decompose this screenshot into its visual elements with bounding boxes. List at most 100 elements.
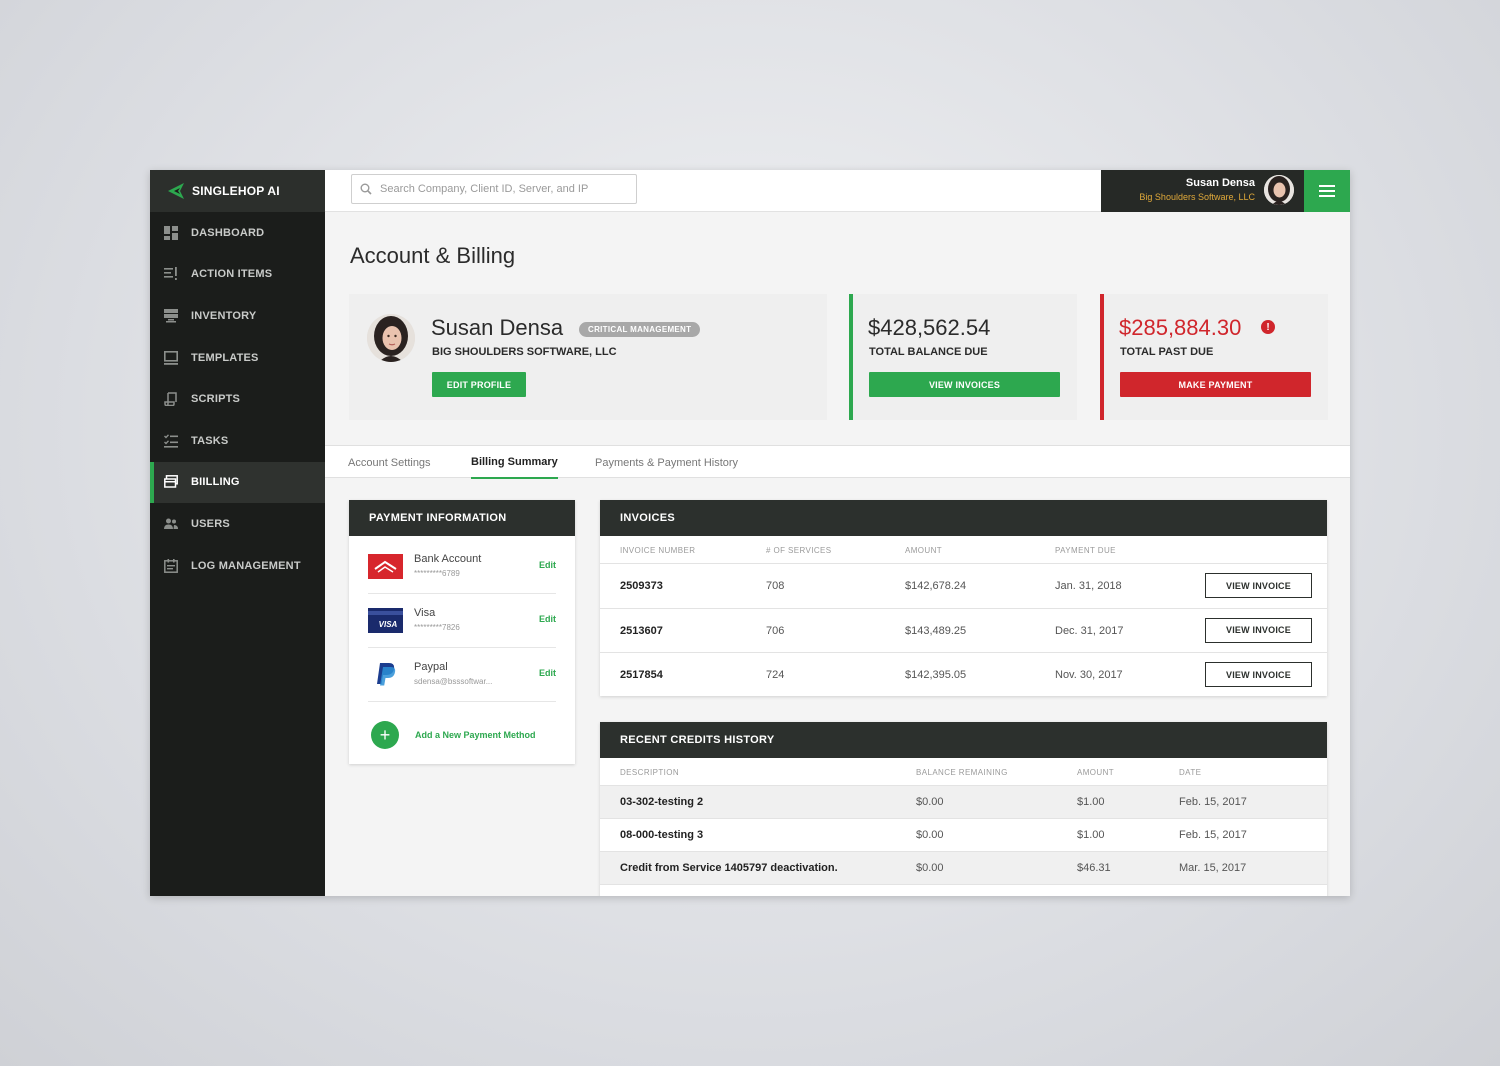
credit-amount: $46.31 <box>1077 862 1111 874</box>
invoice-amount: $142,395.05 <box>905 669 967 681</box>
sidebar-item-label: USERS <box>191 517 230 530</box>
sidebar-item-action-items[interactable]: ACTION ITEMS <box>150 254 325 296</box>
payment-method-detail: *********7826 <box>414 623 460 632</box>
invoice-services: 724 <box>766 669 785 681</box>
view-invoice-button[interactable]: VIEW INVOICE <box>1205 617 1312 643</box>
table-row: 2509373 708 $142,678.24 Jan. 31, 2018 VI… <box>600 564 1327 609</box>
profile-company: BIG SHOULDERS SOFTWARE, LLC <box>432 346 617 358</box>
column-header: DESCRIPTION <box>620 768 680 777</box>
edit-payment-link[interactable]: Edit <box>539 560 556 570</box>
scripts-icon <box>163 392 178 407</box>
payment-method-detail: sdensa@bsssoftwar... <box>414 677 493 686</box>
panel-title: RECENT CREDITS HISTORY <box>600 722 1327 758</box>
tab-billing-summary[interactable]: Billing Summary <box>471 446 558 479</box>
sidebar-item-log-management[interactable]: LOG MANAGEMENT <box>150 545 325 587</box>
invoice-due: Jan. 31, 2018 <box>1055 580 1122 592</box>
table-row: 03-302-testing 2 $0.00 $1.00 Feb. 15, 20… <box>600 786 1327 819</box>
tab-account-settings[interactable]: Account Settings <box>348 446 431 479</box>
avatar <box>367 314 415 362</box>
column-header: AMOUNT <box>905 546 943 555</box>
view-invoice-button[interactable]: VIEW INVOICE <box>1205 662 1312 687</box>
edit-payment-link[interactable]: Edit <box>539 614 556 624</box>
avatar[interactable] <box>1264 175 1294 205</box>
credit-description: Credit from Service 1405797 deactivation… <box>620 862 838 874</box>
panel-title: INVOICES <box>600 500 1327 536</box>
main-content: Account & Billing Susan Densa CRITICAL M… <box>325 212 1350 896</box>
invoice-number: 2517854 <box>620 669 663 681</box>
invoice-amount: $142,678.24 <box>905 580 967 592</box>
brand-name: SINGLEHOP AI <box>192 184 280 198</box>
sidebar-item-label: TASKS <box>191 434 229 447</box>
credit-description: 08-000-testing 3 <box>620 829 704 841</box>
user-menu[interactable]: Susan Densa Big Shoulders Software, LLC <box>1101 170 1304 212</box>
column-header: DATE <box>1179 768 1202 777</box>
table-header: DESCRIPTION BALANCE REMAINING AMOUNT DAT… <box>600 758 1327 786</box>
billing-icon <box>163 475 178 490</box>
top-bar: Susan Densa Big Shoulders Software, LLC <box>325 170 1350 212</box>
view-invoice-button[interactable]: VIEW INVOICE <box>1205 573 1312 598</box>
past-due-card: $285,884.30 ! TOTAL PAST DUE MAKE PAYMEN… <box>1100 294 1328 420</box>
payment-method-paypal: Paypal sdensa@bsssoftwar... Edit <box>368 648 556 702</box>
recent-credits-panel: RECENT CREDITS HISTORY DESCRIPTION BALAN… <box>600 722 1327 896</box>
sidebar-item-label: BIILLING <box>191 476 240 489</box>
inventory-icon <box>163 308 178 323</box>
add-payment-method-label: Add a New Payment Method <box>415 730 536 740</box>
table-row: 2517854 724 $142,395.05 Nov. 30, 2017 VI… <box>600 653 1327 698</box>
search-box[interactable] <box>351 174 637 204</box>
singlehop-logo-icon <box>168 183 184 199</box>
sidebar-item-label: INVENTORY <box>191 309 257 322</box>
log-management-icon <box>163 558 178 573</box>
total-past-due-amount: $285,884.30 <box>1119 315 1242 340</box>
edit-payment-link[interactable]: Edit <box>539 668 556 678</box>
invoice-services: 706 <box>766 624 785 637</box>
invoice-amount: $143,489.25 <box>905 624 967 637</box>
column-header: AMOUNT <box>1077 768 1115 777</box>
view-invoices-button[interactable]: VIEW INVOICES <box>869 372 1060 397</box>
app-window: SINGLEHOP AI DASHBOARD ACTION ITEMS INVE… <box>150 170 1350 896</box>
table-row: Credit from Service 1405797 deactivation… <box>600 852 1327 885</box>
table-header: INVOICE NUMBER # OF SERVICES AMOUNT PAYM… <box>600 536 1327 564</box>
search-input[interactable] <box>380 183 620 195</box>
payment-method-bank: Bank Account *********6789 Edit <box>368 540 556 594</box>
payment-method-detail: *********6789 <box>414 569 460 578</box>
sidebar-item-templates[interactable]: TEMPLATES <box>150 337 325 379</box>
sidebar-item-label: TEMPLATES <box>191 351 259 364</box>
sidebar-item-dashboard[interactable]: DASHBOARD <box>150 212 325 254</box>
edit-profile-button[interactable]: EDIT PROFILE <box>432 372 526 397</box>
total-past-due-label: TOTAL PAST DUE <box>1120 346 1214 358</box>
payment-method-name: Visa <box>414 607 436 619</box>
panel-title: PAYMENT INFORMATION <box>349 500 575 536</box>
tab-payments-history[interactable]: Payments & Payment History <box>595 446 738 479</box>
visa-logo-icon: VISA <box>368 608 403 633</box>
total-balance-amount: $428,562.54 <box>868 315 991 340</box>
credit-balance: $0.00 <box>916 862 944 874</box>
make-payment-button[interactable]: MAKE PAYMENT <box>1120 372 1311 397</box>
tasks-icon <box>163 433 178 448</box>
invoice-services: 708 <box>766 580 785 592</box>
credit-balance: $0.00 <box>916 829 944 841</box>
paypal-logo-icon <box>368 662 403 687</box>
sidebar-item-label: LOG MANAGEMENT <box>191 559 301 572</box>
payment-method-name: Paypal <box>414 661 448 673</box>
column-header: # OF SERVICES <box>766 546 832 555</box>
plus-icon: + <box>371 721 399 749</box>
brand[interactable]: SINGLEHOP AI <box>150 170 325 212</box>
balance-card: $428,562.54 TOTAL BALANCE DUE VIEW INVOI… <box>849 294 1077 420</box>
column-header: BALANCE REMAINING <box>916 768 1008 777</box>
sidebar-item-tasks[interactable]: TASKS <box>150 420 325 462</box>
sidebar-item-label: DASHBOARD <box>191 226 265 239</box>
credit-date: Feb. 15, 2017 <box>1179 829 1247 841</box>
hamburger-menu-button[interactable] <box>1304 170 1350 212</box>
payment-method-name: Bank Account <box>414 553 482 565</box>
sidebar-item-users[interactable]: USERS <box>150 503 325 545</box>
sidebar-item-label: ACTION ITEMS <box>191 268 273 281</box>
sidebar-item-inventory[interactable]: INVENTORY <box>150 295 325 337</box>
sidebar-item-billing[interactable]: BIILLING <box>150 461 325 504</box>
credit-date: Mar. 15, 2017 <box>1179 862 1247 874</box>
invoice-due: Dec. 31, 2017 <box>1055 624 1124 637</box>
status-badge: CRITICAL MANAGEMENT <box>579 322 701 337</box>
add-payment-method-button[interactable]: + Add a New Payment Method <box>371 721 536 749</box>
search-icon <box>360 183 372 195</box>
invoice-number: 2509373 <box>620 580 663 592</box>
sidebar-item-scripts[interactable]: SCRIPTS <box>150 378 325 420</box>
